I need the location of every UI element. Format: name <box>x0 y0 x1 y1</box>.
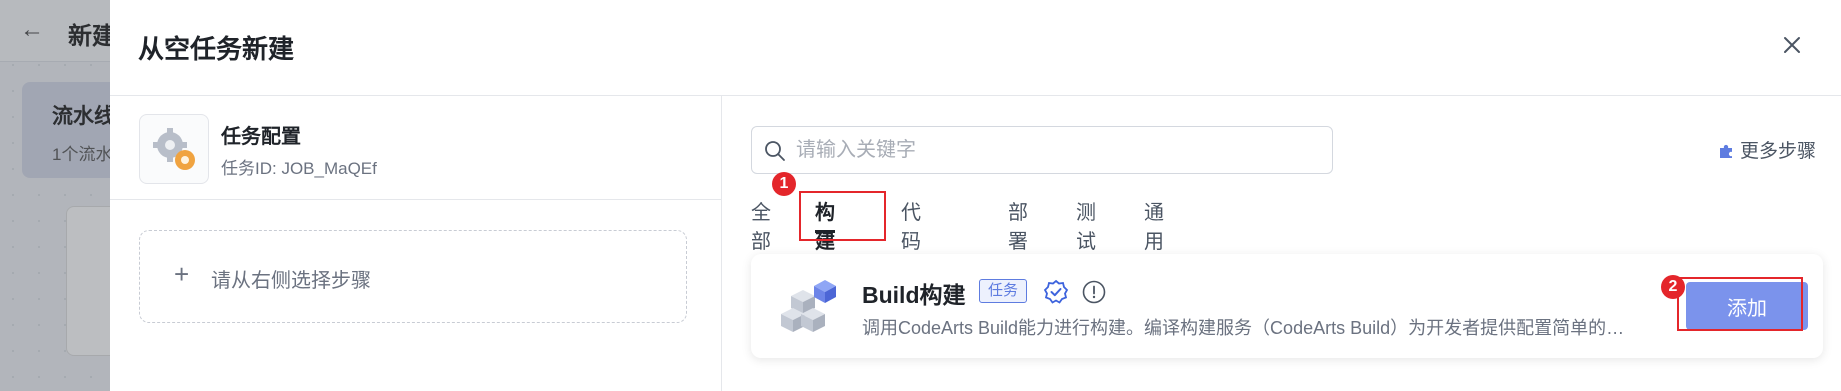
tab-deploy[interactable]: 部署 <box>1008 196 1028 254</box>
more-steps-label: 更多步骤 <box>1739 141 1816 162</box>
step-name: Build构建 <box>862 282 966 308</box>
tab-general[interactable]: 通用 <box>1144 196 1164 254</box>
close-icon[interactable] <box>1777 30 1807 60</box>
step-description: 调用CodeArts Build能力进行构建。编译构建服务（CodeArts B… <box>862 318 1642 338</box>
add-step-hint: 请从右侧选择步骤 <box>211 270 371 292</box>
tab-all[interactable]: 全部 <box>751 196 771 254</box>
search-box[interactable] <box>751 126 1333 174</box>
task-name: 任务配置 <box>221 126 301 148</box>
task-type-badge: 任务 <box>979 279 1028 303</box>
info-icon[interactable] <box>1081 279 1107 305</box>
task-id: 任务ID: JOB_MaQEf <box>221 159 377 178</box>
puzzle-icon <box>1719 144 1732 158</box>
step-marker-2: 2 <box>1661 275 1685 299</box>
plus-icon: + <box>174 259 190 289</box>
more-steps-link[interactable]: 更多步骤 <box>1718 136 1816 163</box>
task-config-pane: 任务配置 任务ID: JOB_MaQEf + 请从右侧选择步骤 <box>110 96 722 391</box>
verified-check-icon <box>1043 279 1069 304</box>
cube-icon <box>781 280 836 332</box>
task-config-header: 任务配置 任务ID: JOB_MaQEf <box>110 96 722 200</box>
search-input[interactable] <box>796 135 1316 165</box>
new-task-drawer: 从空任务新建 任务配置 任务ID: JOB_MaQEf + 请从右侧选择步骤 请… <box>110 0 1841 391</box>
search-icon <box>765 141 785 161</box>
highlight-box-add-button <box>1677 277 1803 331</box>
tab-test[interactable]: 测试 <box>1076 196 1096 254</box>
highlight-box-build-tab <box>799 191 886 241</box>
step-marker-1: 1 <box>772 172 796 196</box>
step-picker-pane: 更多步骤 全部 构建 代码检查 部署 测试 通用 1 <box>722 96 1841 391</box>
drawer-title: 从空任务新建 <box>138 34 295 64</box>
gear-icon <box>139 114 209 184</box>
add-step-placeholder[interactable]: + 请从右侧选择步骤 <box>139 230 687 323</box>
drawer-header: 从空任务新建 <box>110 0 1841 96</box>
build-step-card[interactable]: Build构建 任务 调用CodeArts Build能力进行构建。编译构建服务… <box>751 254 1823 358</box>
